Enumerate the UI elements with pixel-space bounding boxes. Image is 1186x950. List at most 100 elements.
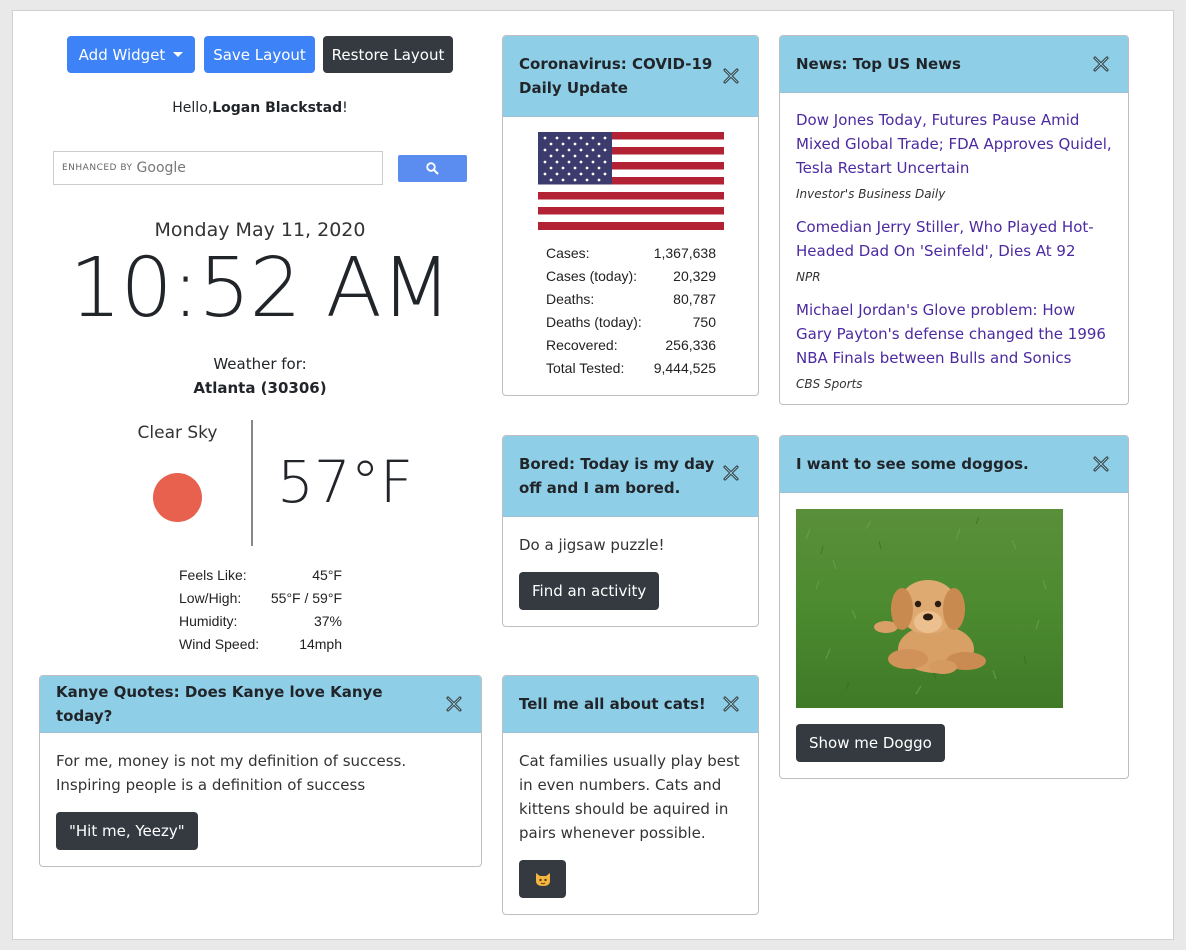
close-icon[interactable] bbox=[722, 67, 740, 85]
covid-stat-row: Cases: 1,367,638 bbox=[546, 241, 716, 264]
bored-widget-header: Bored: Today is my day off and I am bore… bbox=[503, 436, 758, 517]
feels-like-label: Feels Like: bbox=[179, 566, 247, 583]
cat-fact: Cat families usually play best in even n… bbox=[519, 752, 740, 842]
news-item: Comedian Jerry Stiller, Who Played Hot-H… bbox=[796, 215, 1112, 289]
news-list: Dow Jones Today, Futures Pause Amid Mixe… bbox=[780, 93, 1128, 396]
low-high-value: 55°F / 59°F bbox=[270, 589, 342, 606]
bored-widget-title: Bored: Today is my day off and I am bore… bbox=[519, 455, 715, 497]
recovered-label: Recovered: bbox=[546, 336, 618, 353]
wind-speed-value: 14mph bbox=[299, 635, 342, 652]
cases-label: Cases: bbox=[546, 244, 590, 261]
covid-stat-row: Deaths: 80,787 bbox=[546, 287, 716, 310]
bored-body: Do a jigsaw puzzle! Find an activity bbox=[503, 517, 758, 610]
cats-widget-title: Tell me all about cats! bbox=[519, 695, 706, 713]
close-icon[interactable] bbox=[722, 695, 740, 713]
news-widget-header: News: Top US News bbox=[780, 36, 1128, 93]
feels-like-value: 45°F bbox=[312, 566, 342, 583]
wind-speed-label: Wind Speed: bbox=[179, 635, 260, 652]
news-widget-title: News: Top US News bbox=[796, 55, 961, 73]
covid-stats: Cases: 1,367,638 Cases (today): 20,329 Dea… bbox=[546, 241, 716, 379]
news-widget: News: Top US News Dow Jones Today, Futur… bbox=[779, 35, 1129, 405]
kanye-body: For me, money is not my definition of su… bbox=[40, 733, 481, 850]
covid-stat-row: Cases (today): 20,329 bbox=[546, 264, 716, 287]
low-high-label: Low/High: bbox=[179, 589, 242, 606]
humidity-label: Humidity: bbox=[179, 612, 238, 629]
weather-detail-row: Humidity: 37% bbox=[179, 609, 342, 632]
covid-stat-row: Total Tested: 9,444,525 bbox=[546, 356, 716, 379]
add-widget-label: Add Widget bbox=[78, 45, 166, 64]
weather-detail-row: Low/High: 55°F / 59°F bbox=[179, 586, 342, 609]
news-source: NPR bbox=[796, 270, 821, 284]
cat-fact-button[interactable] bbox=[519, 860, 566, 898]
greeting: Hello,Logan Blackstad! bbox=[60, 100, 460, 116]
cases-today-value: 20,329 bbox=[673, 267, 716, 284]
cases-value: 1,367,638 bbox=[653, 244, 716, 261]
weather-label: Weather for: bbox=[213, 355, 307, 373]
chevron-down-icon bbox=[173, 52, 184, 57]
news-headline-link[interactable]: Michael Jordan's Glove problem: How Gary… bbox=[796, 298, 1112, 370]
google-logo: Google bbox=[136, 160, 186, 176]
enhanced-by-label: ENHANCED BY bbox=[62, 163, 133, 173]
doggos-widget: I want to see some doggos. Show me Doggo bbox=[779, 435, 1129, 779]
deaths-label: Deaths: bbox=[546, 290, 595, 307]
doggos-widget-title: I want to see some doggos. bbox=[796, 455, 1029, 473]
search-icon bbox=[426, 162, 439, 175]
covid-widget-header: Coronavirus: COVID-19 Daily Update bbox=[503, 36, 758, 117]
weather-details: Feels Like: 45°F Low/High: 55°F / 59°F Hum… bbox=[179, 563, 342, 655]
show-doggo-button[interactable]: Show me Doggo bbox=[796, 724, 945, 762]
current-time: 10:52 AM bbox=[69, 241, 451, 336]
cats-widget: Tell me all about cats! Cat families usu… bbox=[502, 675, 759, 915]
kanye-widget-title: Kanye Quotes: Does Kanye love Kanye toda… bbox=[56, 683, 383, 725]
doggos-widget-header: I want to see some doggos. bbox=[780, 436, 1128, 493]
weather-condition: Clear Sky bbox=[137, 423, 218, 443]
save-layout-button[interactable]: Save Layout bbox=[204, 36, 315, 73]
covid-stat-row: Recovered: 256,336 bbox=[546, 333, 716, 356]
current-date: Monday May 11, 2020 bbox=[154, 219, 366, 241]
cats-body: Cat families usually play best in even n… bbox=[503, 733, 758, 898]
weather-temperature: 57°F bbox=[277, 448, 414, 516]
hit-me-yeezy-button[interactable]: "Hit me, Yeezy" bbox=[56, 812, 198, 850]
puppy-photo bbox=[796, 509, 1063, 708]
sun-icon bbox=[153, 473, 202, 522]
covid-stat-row: Deaths (today): 750 bbox=[546, 310, 716, 333]
close-icon[interactable] bbox=[445, 695, 463, 713]
total-tested-value: 9,444,525 bbox=[653, 359, 716, 376]
news-item: Michael Jordan's Glove problem: How Gary… bbox=[796, 298, 1112, 396]
news-source: CBS Sports bbox=[796, 377, 863, 391]
news-source: Investor's Business Daily bbox=[796, 187, 946, 201]
humidity-value: 37% bbox=[313, 612, 342, 629]
news-headline-link[interactable]: Dow Jones Today, Futures Pause Amid Mixe… bbox=[796, 108, 1112, 180]
weather-location: Atlanta (30306) bbox=[193, 379, 327, 397]
close-icon[interactable] bbox=[1092, 455, 1110, 473]
deaths-today-value: 750 bbox=[692, 313, 716, 330]
covid-widget: Coronavirus: COVID-19 Daily Update Cases… bbox=[502, 35, 759, 396]
weather-detail-row: Wind Speed: 14mph bbox=[179, 632, 342, 655]
news-headline-link[interactable]: Comedian Jerry Stiller, Who Played Hot-H… bbox=[796, 215, 1112, 263]
close-icon[interactable] bbox=[1092, 55, 1110, 73]
kanye-widget: Kanye Quotes: Does Kanye love Kanye toda… bbox=[39, 675, 482, 867]
search-input[interactable]: ENHANCED BY Google bbox=[53, 151, 383, 185]
cats-widget-header: Tell me all about cats! bbox=[503, 676, 758, 733]
find-activity-button[interactable]: Find an activity bbox=[519, 572, 660, 610]
covid-widget-title: Coronavirus: COVID-19 Daily Update bbox=[519, 55, 713, 97]
greeting-suffix: ! bbox=[342, 100, 348, 116]
close-icon[interactable] bbox=[722, 464, 740, 482]
add-widget-button[interactable]: Add Widget bbox=[67, 36, 195, 73]
deaths-value: 80,787 bbox=[673, 290, 716, 307]
total-tested-label: Total Tested: bbox=[546, 359, 625, 376]
kanye-widget-header: Kanye Quotes: Does Kanye love Kanye toda… bbox=[40, 676, 481, 733]
news-item: Dow Jones Today, Futures Pause Amid Mixe… bbox=[796, 108, 1112, 206]
recovered-value: 256,336 bbox=[665, 336, 716, 353]
us-flag-icon bbox=[538, 132, 724, 230]
bored-widget: Bored: Today is my day off and I am bore… bbox=[502, 435, 759, 627]
user-name: Logan Blackstad bbox=[212, 100, 343, 116]
search-button[interactable] bbox=[398, 155, 467, 182]
cat-face-icon bbox=[535, 873, 550, 886]
greeting-prefix: Hello, bbox=[172, 100, 213, 116]
cases-today-label: Cases (today): bbox=[546, 267, 638, 284]
weather-detail-row: Feels Like: 45°F bbox=[179, 563, 342, 586]
deaths-today-label: Deaths (today): bbox=[546, 313, 642, 330]
kanye-quote: For me, money is not my definition of su… bbox=[56, 752, 407, 794]
restore-layout-button[interactable]: Restore Layout bbox=[323, 36, 453, 73]
activity-text: Do a jigsaw puzzle! bbox=[519, 536, 665, 554]
